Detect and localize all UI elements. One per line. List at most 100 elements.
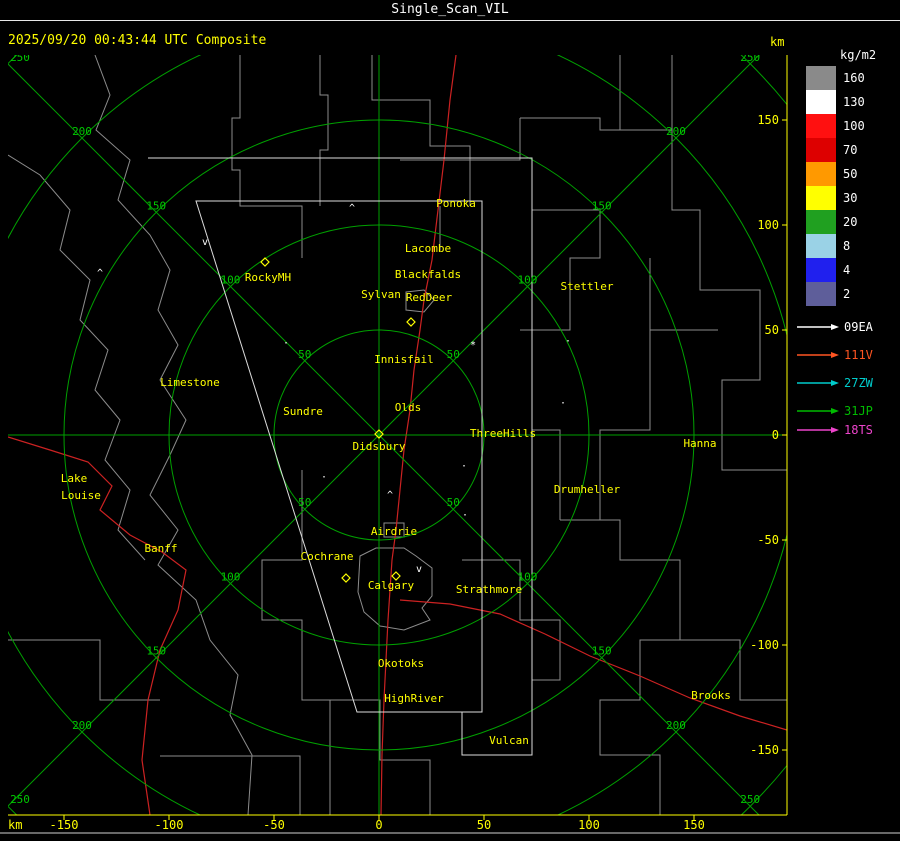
map-point-symbols: v ^ ^ · * ^ · · · v · · — [97, 203, 571, 575]
colorbar-swatch — [806, 114, 836, 138]
boundary-line — [231, 55, 303, 258]
range-label: 250 — [10, 793, 30, 806]
station-id: 09EA — [844, 320, 874, 334]
town-label-calgary: Calgary — [368, 579, 415, 592]
town-label-limestone: Limestone — [160, 376, 220, 389]
colorbar-value: 70 — [843, 143, 857, 157]
range-label: 150 — [592, 199, 612, 212]
right-tick-label: -50 — [757, 533, 779, 547]
station-arrow-head-icon — [831, 427, 839, 433]
colorbar-swatch — [806, 234, 836, 258]
right-tick-label: 50 — [765, 323, 779, 337]
town-label-stettler: Stettler — [561, 280, 614, 293]
radar-site-marker — [341, 573, 351, 583]
bottom-tick-label: 50 — [477, 818, 491, 832]
colorbar-value: 2 — [843, 287, 850, 301]
map-symbol: v — [416, 564, 422, 575]
range-label: 150 — [146, 645, 166, 658]
town-label-airdrie: Airdrie — [371, 525, 417, 538]
bottom-tick-label: 0 — [375, 818, 382, 832]
town-label-louise: Louise — [61, 489, 101, 502]
town-label-sylvan: Sylvan — [361, 288, 401, 301]
azimuth-line-225 — [8, 434, 380, 807]
station-id: 27ZW — [844, 376, 874, 390]
town-label-rockymh: RockyMH — [245, 271, 291, 284]
range-label: 100 — [221, 274, 241, 287]
town-label-hanna: Hanna — [683, 437, 716, 450]
town-label-blackfalds: Blackfalds — [395, 268, 461, 281]
town-label-threehills: ThreeHills — [470, 427, 536, 440]
right-tick-label: -100 — [750, 638, 779, 652]
town-label-lacombe: Lacombe — [405, 242, 451, 255]
bottom-tick-label: 100 — [578, 818, 600, 832]
bottom-tick-label: 150 — [683, 818, 705, 832]
colorbar-swatch — [806, 258, 836, 282]
map-symbol: · — [283, 338, 289, 349]
range-label: 150 — [592, 645, 612, 658]
colorbar-unit: kg/m2 — [840, 48, 876, 62]
station-id: 18TS — [844, 423, 873, 437]
radar-viewer-window: Single_Scan_VIL 2025/09/20 00:43:44 UTC … — [0, 0, 900, 841]
colorbar-swatch — [806, 90, 836, 114]
radar-site-marker — [406, 317, 416, 327]
colorbar-swatch — [806, 66, 836, 90]
colorbar-legend: kg/m2 160 130 100 70 50 30 20 8 4 2 09EA 111V 27ZW 31J… — [797, 48, 876, 437]
map-symbol: · — [565, 336, 571, 347]
right-tick-label: 0 — [772, 428, 779, 442]
range-label: 250 — [740, 51, 760, 64]
map-symbol: · — [461, 461, 467, 472]
colorbar-value: 100 — [843, 119, 865, 133]
colorbar-swatch — [806, 186, 836, 210]
boundary-line — [532, 429, 561, 520]
colorbar-value: 130 — [843, 95, 865, 109]
right-tick-label: 150 — [757, 113, 779, 127]
map-symbol: * — [470, 340, 476, 351]
map-symbol: v — [202, 237, 208, 248]
town-label-cochrane: Cochrane — [301, 550, 354, 563]
town-label-vulcan: Vulcan — [489, 734, 529, 747]
range-label: 50 — [298, 348, 311, 361]
town-label-drumheller: Drumheller — [554, 483, 621, 496]
range-label: 200 — [666, 125, 686, 138]
range-ring-200 — [8, 55, 787, 815]
range-label: 100 — [518, 570, 538, 583]
right-axis-unit: km — [770, 35, 784, 49]
azimuth-line-315 — [8, 63, 380, 436]
azimuth-line-45 — [378, 55, 760, 436]
town-label-didsbury: Didsbury — [353, 440, 406, 453]
town-label-reddeer: RedDeer — [406, 291, 453, 304]
range-label: 150 — [146, 199, 166, 212]
radar-map-canvas[interactable]: 5010015020025050100150200250501001502002… — [0, 0, 900, 841]
range-label: 50 — [447, 496, 460, 509]
axes: -150 -100 -50 0 50 100 150 km 150 100 50 0 -50 -100 -1… — [0, 35, 900, 834]
station-arrow-head-icon — [831, 324, 839, 330]
boundary-line — [319, 55, 329, 206]
range-label: 50 — [298, 496, 311, 509]
range-label: 50 — [447, 348, 460, 361]
range-label: 100 — [518, 274, 538, 287]
colorbar-value: 4 — [843, 263, 850, 277]
range-label: 250 — [10, 51, 30, 64]
boundary-line — [330, 699, 431, 815]
colorbar-value: 160 — [843, 71, 865, 85]
range-label: 200 — [666, 719, 686, 732]
colorbar-swatch — [806, 162, 836, 186]
map-symbol: · — [560, 398, 566, 409]
map-symbol: · — [321, 472, 327, 483]
colorbar-swatch — [806, 138, 836, 162]
town-label-ponoka: Ponoka — [436, 197, 476, 210]
colorbar-swatch — [806, 282, 836, 306]
boundary-line — [671, 130, 787, 471]
station-arrow-head-icon — [831, 408, 839, 414]
boundary-line — [371, 55, 471, 206]
town-label-highriver: HighRiver — [384, 692, 444, 705]
boundary-line — [160, 755, 301, 815]
station-arrow-head-icon — [831, 352, 839, 358]
town-label-strathmore: Strathmore — [456, 583, 522, 596]
map-symbol: · — [462, 510, 468, 521]
right-tick-label: 100 — [757, 218, 779, 232]
map-symbol: ^ — [97, 268, 103, 279]
colorbar-swatch — [806, 210, 836, 234]
town-label-sundre: Sundre — [283, 405, 323, 418]
station-id: 31JP — [844, 404, 873, 418]
